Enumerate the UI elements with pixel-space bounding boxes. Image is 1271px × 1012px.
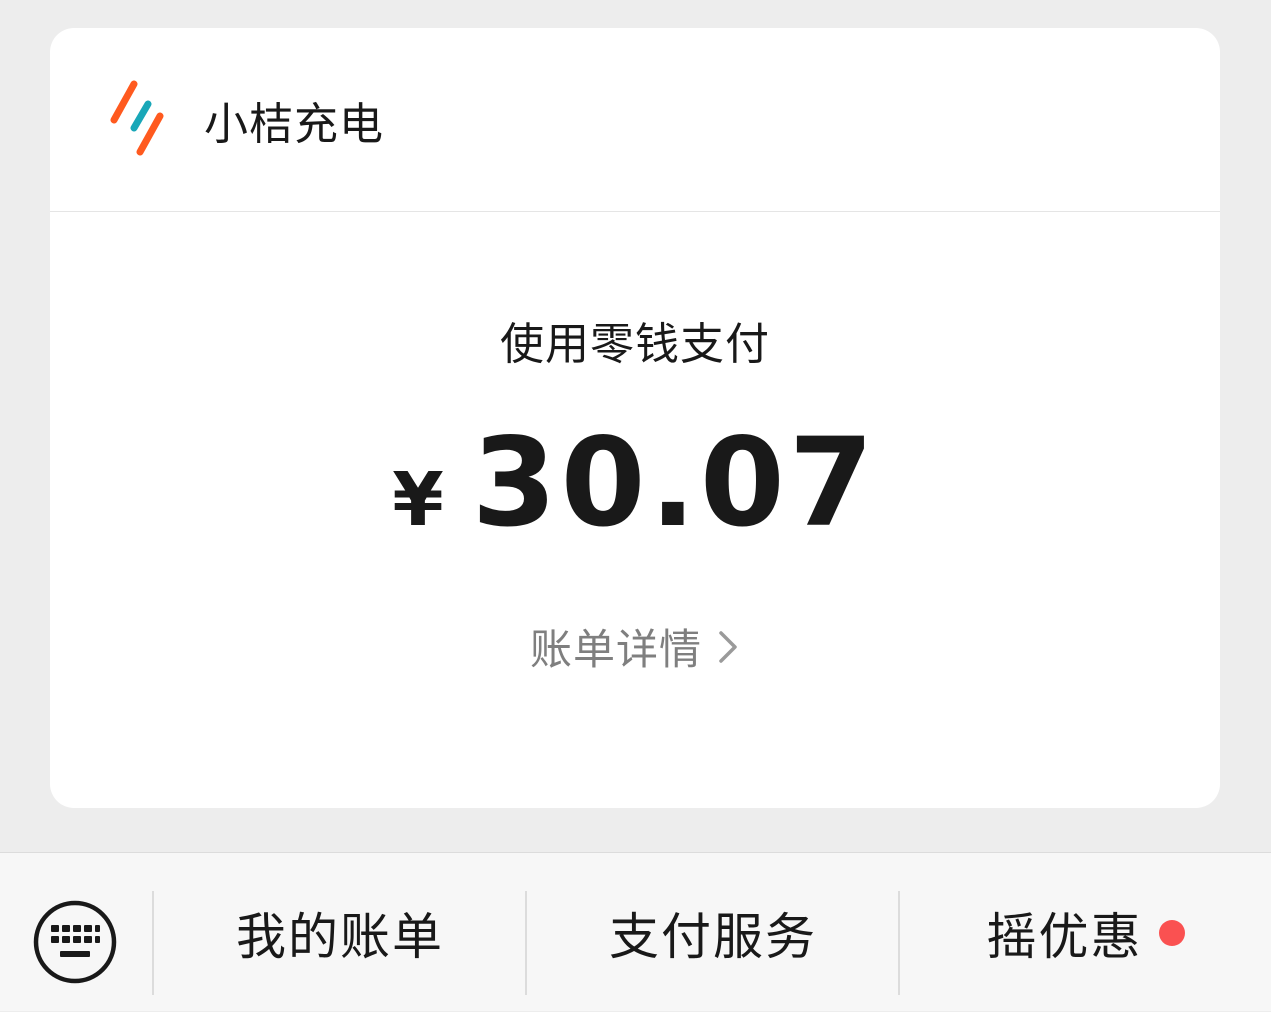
amount-row: ¥ 30.07 <box>50 412 1220 554</box>
currency-symbol: ¥ <box>392 457 444 543</box>
payment-body: 使用零钱支付 ¥ 30.07 账单详情 <box>50 212 1220 808</box>
keyboard-icon[interactable] <box>32 899 118 985</box>
bottom-menu-bar: 我的账单 支付服务 摇优惠 <box>0 852 1271 1011</box>
notification-badge <box>1158 919 1185 946</box>
menu-payment-services-label: 支付服务 <box>609 907 817 966</box>
payment-method-label: 使用零钱支付 <box>500 319 770 370</box>
bill-details-label: 账单详情 <box>529 625 702 674</box>
merchant-header: 小桔充电 <box>50 28 1220 212</box>
payment-amount: 30.07 <box>471 412 878 554</box>
payment-card: 小桔充电 使用零钱支付 ¥ 30.07 账单详情 <box>50 28 1220 808</box>
merchant-name: 小桔充电 <box>204 98 384 150</box>
chevron-right-icon <box>719 630 737 663</box>
menu-my-bills-label: 我的账单 <box>236 907 444 966</box>
xiaoju-charging-logo-icon <box>110 80 164 155</box>
menu-shake-offers-label: 摇优惠 <box>986 907 1143 966</box>
menu-payment-services[interactable]: 支付服务 <box>527 853 899 1012</box>
bill-details-link[interactable]: 账单详情 <box>50 616 1220 677</box>
menu-shake-offers[interactable]: 摇优惠 <box>900 853 1271 1012</box>
menu-my-bills[interactable]: 我的账单 <box>154 853 526 1012</box>
